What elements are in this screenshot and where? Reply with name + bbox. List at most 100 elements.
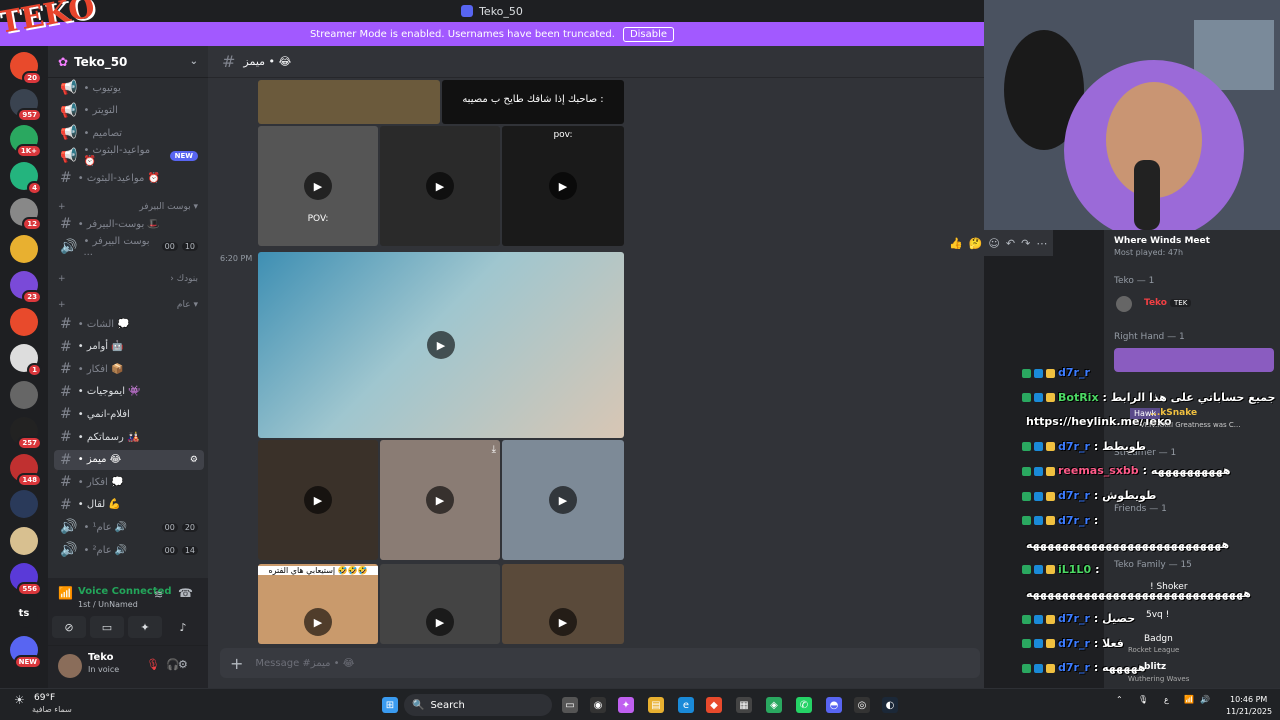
channel-item[interactable]: 📢 • التويتر bbox=[54, 101, 204, 121]
avatar[interactable] bbox=[1116, 296, 1132, 312]
channel-item[interactable]: 🔊 • بوست البيرفر ... 00 10 bbox=[54, 236, 204, 258]
copilot-icon[interactable]: ✦ bbox=[618, 697, 634, 713]
channel-category[interactable]: + › بنودك bbox=[58, 274, 198, 284]
play-icon[interactable]: ▶ bbox=[426, 172, 454, 200]
edge-icon[interactable]: e bbox=[678, 697, 694, 713]
server-icon[interactable] bbox=[10, 307, 38, 336]
plus-icon[interactable]: + bbox=[58, 274, 66, 284]
server-icon[interactable] bbox=[10, 380, 38, 409]
channel-item[interactable]: 🔊 • عام¹ 🔊 00 20 bbox=[54, 517, 204, 537]
media-video[interactable]: ▶ bbox=[502, 440, 624, 560]
server-icon[interactable]: 4 bbox=[10, 161, 42, 195]
media-video[interactable]: ▶ bbox=[258, 252, 624, 438]
download-icon[interactable]: ⤓ bbox=[492, 444, 496, 455]
more-icon[interactable]: ⋯ bbox=[1036, 237, 1047, 250]
media-image[interactable] bbox=[258, 80, 440, 124]
media-video[interactable]: ▶ ⤓ bbox=[380, 440, 500, 560]
windows-start-icon[interactable]: ⊞ bbox=[382, 697, 398, 713]
channel-item[interactable]: # • ايموجيات 👾 bbox=[54, 382, 204, 402]
clock-date[interactable]: 11/21/2025 bbox=[1226, 707, 1272, 716]
server-icon[interactable]: NEW bbox=[10, 636, 42, 669]
media-video[interactable]: ▶ bbox=[258, 440, 378, 560]
channel-item[interactable]: 📢 • يوتيوب bbox=[54, 78, 204, 98]
media-video[interactable]: pov: ▶ bbox=[502, 126, 624, 246]
microphone-icon[interactable]: 🎙 bbox=[1138, 695, 1148, 704]
wifi-icon[interactable]: 📶 bbox=[1184, 695, 1194, 704]
store-icon[interactable]: ▦ bbox=[736, 697, 752, 713]
disconnect-icon[interactable]: ☎ bbox=[178, 586, 193, 600]
brave-icon[interactable]: ◆ bbox=[706, 697, 722, 713]
channel-item[interactable]: # • افكار 📦 bbox=[54, 359, 204, 379]
obs-icon[interactable]: ◎ bbox=[854, 697, 870, 713]
play-icon[interactable]: ▶ bbox=[304, 172, 332, 200]
forward-icon[interactable]: ↷ bbox=[1021, 237, 1030, 250]
camera-off-button[interactable]: ⊘ bbox=[52, 616, 86, 638]
disable-streamer-mode-button[interactable]: Disable bbox=[622, 26, 675, 42]
channel-item[interactable]: # • لقال 💪 bbox=[54, 495, 204, 515]
plus-icon[interactable]: + bbox=[58, 300, 66, 310]
channel-item[interactable]: # • مواعيد-البثوث ⏰ bbox=[54, 168, 204, 188]
avatar[interactable] bbox=[58, 654, 82, 678]
channel-item[interactable]: # • الشات 💭 bbox=[54, 314, 204, 334]
server-icon[interactable]: 556 bbox=[10, 563, 42, 596]
play-icon[interactable]: ▶ bbox=[549, 608, 577, 636]
plus-icon[interactable]: + bbox=[230, 654, 243, 673]
steam-icon[interactable]: ◐ bbox=[882, 697, 898, 713]
channel-category[interactable]: + عام ▾ bbox=[58, 300, 198, 310]
clock-time[interactable]: 10:46 PM bbox=[1230, 695, 1267, 704]
channel-item[interactable]: # • افكار 💭 bbox=[54, 472, 204, 492]
server-icon[interactable]: 23 bbox=[10, 271, 42, 304]
gear-icon[interactable]: ⚙ bbox=[178, 658, 188, 671]
file-explorer-icon[interactable]: ▤ bbox=[648, 697, 664, 713]
plus-icon[interactable]: + bbox=[58, 202, 66, 212]
channel-item[interactable]: # • ميمز 😂 ⚙ bbox=[54, 449, 204, 470]
voice-channel[interactable]: 1st / UnNamed bbox=[78, 600, 138, 609]
play-icon[interactable]: ▶ bbox=[304, 608, 332, 636]
channel-item[interactable]: 📢 • مواعيد-البثوث ⏰ NEW bbox=[54, 145, 204, 167]
media-video[interactable]: ▶ bbox=[380, 564, 500, 644]
channel-item[interactable]: # • أوامر 🤖 bbox=[54, 337, 204, 357]
play-icon[interactable]: ▶ bbox=[426, 486, 454, 514]
noise-suppression-icon[interactable]: ≋ bbox=[154, 588, 163, 601]
whatsapp-icon[interactable]: ✆ bbox=[796, 697, 812, 713]
server-icon[interactable]: 12 bbox=[10, 198, 42, 231]
play-icon[interactable]: ▶ bbox=[549, 486, 577, 514]
activities-button[interactable]: ✦ bbox=[128, 616, 162, 638]
app-icon[interactable]: ◉ bbox=[590, 697, 606, 713]
gear-icon[interactable]: ⚙ bbox=[190, 455, 198, 465]
server-icon[interactable] bbox=[10, 490, 38, 518]
play-icon[interactable]: ▶ bbox=[549, 172, 577, 200]
channel-item[interactable]: 📢 • تصاميم bbox=[54, 123, 204, 143]
task-view-icon[interactable]: ▭ bbox=[562, 697, 578, 713]
thinking-icon[interactable]: 🤔 bbox=[969, 237, 983, 250]
server-icon[interactable]: 957 bbox=[10, 88, 42, 122]
app-icon[interactable]: ◈ bbox=[766, 697, 782, 713]
server-icon[interactable] bbox=[10, 234, 38, 263]
channel-item[interactable]: # • رسماتكم 🎎 bbox=[54, 427, 204, 447]
search-box[interactable]: 🔍 Search bbox=[404, 694, 552, 716]
media-image[interactable]: صاحبك إذا شافك طايح ب مصيبه : bbox=[442, 80, 624, 124]
media-video[interactable]: إستيعابي هاي الفتره 🤣🤣🤣 ▶ bbox=[258, 564, 378, 644]
server-icon[interactable]: 20 bbox=[10, 52, 42, 85]
guild-header[interactable]: ✿ Teko_50 ⌄ bbox=[48, 46, 208, 78]
language-indicator[interactable]: ع bbox=[1164, 695, 1169, 704]
reply-icon[interactable]: ↶ bbox=[1006, 237, 1015, 250]
channel-item[interactable]: # • افلام-انمي bbox=[54, 404, 204, 424]
ts-server-icon[interactable]: ts bbox=[10, 599, 38, 628]
channel-item[interactable]: # • بوست-البيرفر 🎩 bbox=[54, 214, 204, 234]
media-video[interactable]: ▶ bbox=[502, 564, 624, 644]
play-icon[interactable]: ▶ bbox=[304, 486, 332, 514]
server-icon[interactable]: 1 bbox=[10, 344, 42, 377]
channel-category[interactable]: + بوست البيرفر ▾ bbox=[58, 202, 198, 212]
server-icon[interactable]: 257 bbox=[10, 417, 42, 450]
server-icon[interactable] bbox=[10, 526, 38, 555]
screen-share-button[interactable]: ▭ bbox=[90, 616, 124, 638]
message-composer[interactable]: + Message #ميمز • 😂 bbox=[220, 648, 980, 678]
play-icon[interactable]: ▶ bbox=[427, 331, 455, 359]
media-video[interactable]: ▶ bbox=[380, 126, 500, 246]
chevron-up-icon[interactable]: ⌃ bbox=[1116, 695, 1123, 704]
thumbs-up-icon[interactable]: 👍 bbox=[949, 237, 963, 250]
message-input[interactable]: Message #ميمز • 😂 bbox=[255, 658, 354, 669]
server-icon[interactable]: 148 bbox=[10, 453, 42, 487]
server-icon[interactable]: 1K+ bbox=[10, 125, 42, 158]
